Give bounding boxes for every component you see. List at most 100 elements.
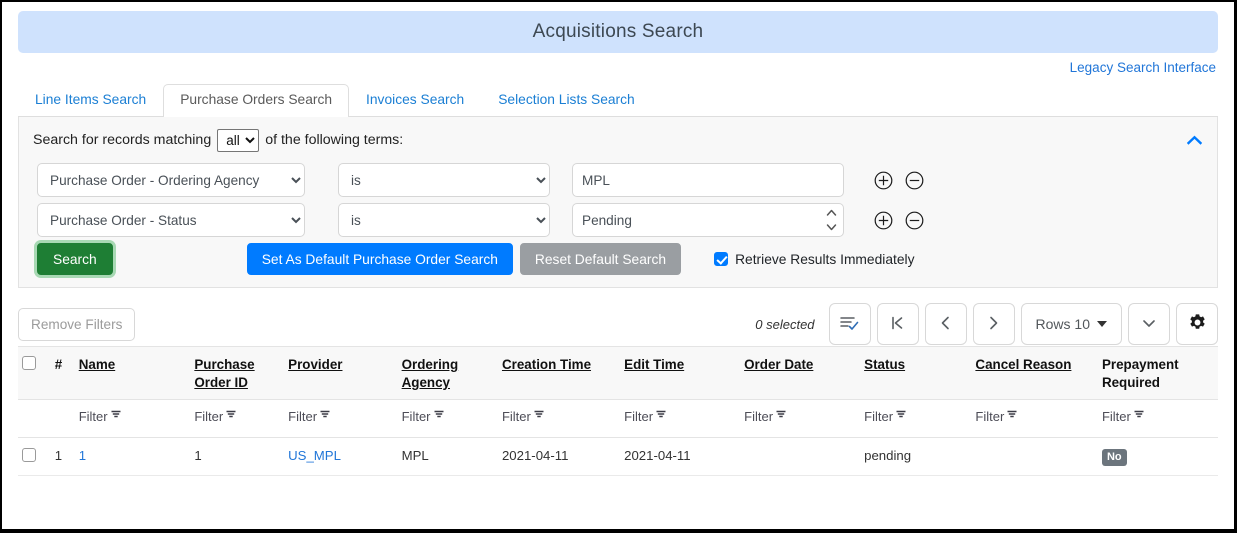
next-page-button[interactable] xyxy=(972,303,1015,345)
cell-number: 1 xyxy=(50,437,75,476)
minus-circle-icon[interactable] xyxy=(905,171,924,190)
filter-icon xyxy=(656,408,666,423)
provider-link[interactable]: US_MPL xyxy=(288,448,341,463)
filter-cell-checkbox xyxy=(18,399,51,438)
filter-cell-order-date[interactable]: Filter xyxy=(740,399,861,438)
select-all-checkbox[interactable] xyxy=(22,356,36,370)
filter-label: Filter xyxy=(744,408,774,424)
status-badge: No xyxy=(1101,448,1127,466)
column-header-cancel-reason[interactable]: Cancel Reason xyxy=(971,347,1098,400)
filter-cell-name[interactable]: Filter xyxy=(74,399,191,438)
filter-icon xyxy=(434,408,444,423)
match-mode-line: Search for records matching all of the f… xyxy=(33,127,1203,153)
column-header-status[interactable]: Status xyxy=(860,347,972,400)
term-operator-select-2[interactable]: is xyxy=(338,203,550,237)
search-button[interactable]: Search xyxy=(37,243,113,275)
search-term-row-2: Purchase Order - Status is xyxy=(33,203,1203,237)
term-operator-select-1[interactable]: is xyxy=(338,163,550,197)
term-field-select-2[interactable]: Purchase Order - Status xyxy=(37,203,305,237)
remove-filters-button[interactable]: Remove Filters xyxy=(18,307,136,341)
filter-icon xyxy=(776,408,786,423)
legacy-link-row: Legacy Search Interface xyxy=(2,53,1234,79)
settings-button[interactable] xyxy=(1176,303,1218,345)
filter-icon xyxy=(320,408,330,423)
page-title: Acquisitions Search xyxy=(532,21,704,42)
retrieve-results-immediately-checkbox[interactable]: Retrieve Results Immediately xyxy=(714,252,914,267)
table-row[interactable]: 1 1 1 US_MPL MPL 2021-04-11 2021-04-11 p… xyxy=(18,437,1218,476)
table-header-row: # Name Purchase Order ID Provider Orderi… xyxy=(18,347,1218,400)
search-term-row-1: Purchase Order - Ordering Agency is xyxy=(33,163,1203,197)
column-header-edit-time[interactable]: Edit Time xyxy=(620,347,741,400)
legacy-search-interface-link[interactable]: Legacy Search Interface xyxy=(1070,60,1216,75)
row-select-cell xyxy=(18,437,51,476)
filter-label: Filter xyxy=(288,408,318,424)
set-default-purchase-order-search-button[interactable]: Set As Default Purchase Order Search xyxy=(246,243,513,275)
chevron-up-icon[interactable] xyxy=(1183,129,1205,151)
column-header-ordering-agency[interactable]: Ordering Agency xyxy=(397,347,498,400)
filter-cell-cancel-reason[interactable]: Filter xyxy=(971,399,1098,438)
filter-cell-status[interactable]: Filter xyxy=(860,399,972,438)
filter-cell-provider[interactable]: Filter xyxy=(284,399,398,438)
column-header-provider[interactable]: Provider xyxy=(284,347,398,400)
table-filter-row: Filter Filter Filter Filter Filter Filte… xyxy=(18,399,1218,438)
column-header-purchase-order-id[interactable]: Purchase Order ID xyxy=(190,347,285,400)
term-value-input-2[interactable] xyxy=(572,203,844,237)
select-rows-button[interactable] xyxy=(828,303,871,345)
column-header-name[interactable]: Name xyxy=(74,347,191,400)
gear-icon xyxy=(1188,313,1207,335)
filter-cell-ordering-agency[interactable]: Filter xyxy=(397,399,498,438)
filter-cell-purchase-order-id[interactable]: Filter xyxy=(190,399,285,438)
cell-cancel-reason xyxy=(971,437,1098,476)
previous-page-button[interactable] xyxy=(924,303,967,345)
tab-line-items-search[interactable]: Line Items Search xyxy=(18,84,163,116)
match-suffix-label: of the following terms: xyxy=(265,132,404,148)
minus-circle-icon[interactable] xyxy=(905,211,924,230)
more-options-button[interactable] xyxy=(1128,303,1170,345)
column-header-number: # xyxy=(50,347,75,400)
match-mode-select[interactable]: all xyxy=(217,128,260,152)
results-table: # Name Purchase Order ID Provider Orderi… xyxy=(18,347,1218,476)
filter-label: Filter xyxy=(78,408,108,424)
tab-invoices-search[interactable]: Invoices Search xyxy=(349,84,481,116)
filter-label: Filter xyxy=(501,408,531,424)
term-value-wrap-1 xyxy=(572,163,844,197)
column-header-creation-time[interactable]: Creation Time xyxy=(497,347,621,400)
filter-cell-edit-time[interactable]: Filter xyxy=(620,399,741,438)
tab-purchase-orders-search[interactable]: Purchase Orders Search xyxy=(163,84,350,117)
checkbox-checked-icon[interactable] xyxy=(714,252,729,266)
filter-cell-creation-time[interactable]: Filter xyxy=(497,399,621,438)
filter-label: Filter xyxy=(1101,408,1131,424)
term-actions-1 xyxy=(874,171,924,190)
rows-per-page-button[interactable]: Rows 10 xyxy=(1020,303,1122,345)
results-table-wrap: # Name Purchase Order ID Provider Orderi… xyxy=(18,346,1218,476)
search-form-panel: Search for records matching all of the f… xyxy=(18,117,1218,288)
term-value-input-1[interactable] xyxy=(572,163,844,197)
cell-order-date xyxy=(740,437,861,476)
select-all-header xyxy=(18,347,51,400)
term-field-select-1[interactable]: Purchase Order - Ordering Agency xyxy=(37,163,305,197)
first-page-button[interactable] xyxy=(876,303,919,345)
filter-cell-number xyxy=(50,399,75,438)
reset-default-search-button[interactable]: Reset Default Search xyxy=(519,243,682,275)
plus-circle-icon[interactable] xyxy=(874,171,893,190)
chevron-down-icon xyxy=(1141,316,1157,332)
cell-ordering-agency: MPL xyxy=(397,437,498,476)
chevron-left-icon xyxy=(939,315,952,334)
filter-label: Filter xyxy=(624,408,654,424)
cell-name[interactable]: 1 xyxy=(74,437,191,476)
plus-circle-icon[interactable] xyxy=(874,211,893,230)
row-select-checkbox[interactable] xyxy=(22,447,36,462)
selected-count-label: 0 selected xyxy=(755,316,815,332)
cell-provider[interactable]: US_MPL xyxy=(284,437,398,476)
first-page-icon xyxy=(890,315,905,334)
tab-selection-lists-search[interactable]: Selection Lists Search xyxy=(481,84,652,116)
term-actions-2 xyxy=(874,211,924,230)
filter-cell-prepayment-required[interactable]: Filter xyxy=(1097,399,1218,438)
filter-icon xyxy=(1007,408,1017,423)
column-header-order-date[interactable]: Order Date xyxy=(740,347,861,400)
chevron-right-icon xyxy=(987,315,1000,334)
name-link[interactable]: 1 xyxy=(79,448,86,463)
cell-creation-time: 2021-04-11 xyxy=(497,437,621,476)
search-tabs: Line Items Search Purchase Orders Search… xyxy=(18,84,1218,117)
value-stepper-icon[interactable] xyxy=(825,207,837,233)
